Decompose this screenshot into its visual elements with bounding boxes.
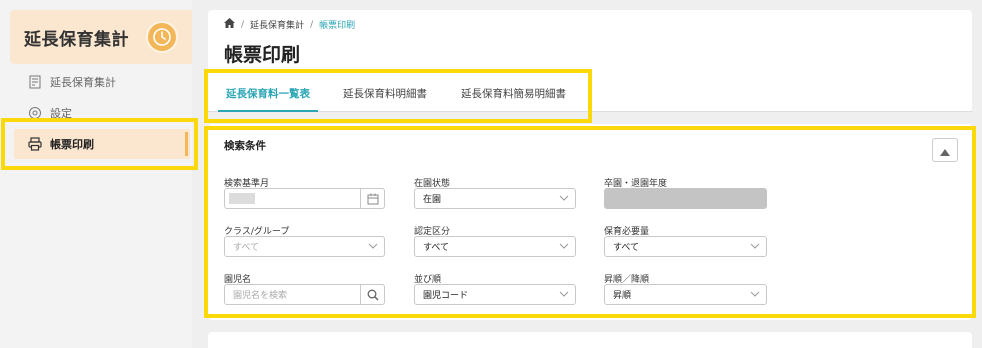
settings-icon — [28, 106, 42, 120]
calendar-icon[interactable] — [360, 189, 384, 208]
enrollment-status-select[interactable]: 在園 — [414, 188, 576, 209]
chevron-down-icon — [750, 242, 760, 253]
tab-extended-care-fee-list[interactable]: 延長保育料一覧表 — [218, 74, 318, 112]
care-need-select[interactable]: すべて — [604, 236, 767, 257]
class-group-select[interactable]: すべて — [224, 236, 385, 257]
enrollment-status-value: 在園 — [423, 195, 442, 205]
sidebar-item-extended-care-summary[interactable]: 延長保育集計 — [14, 67, 190, 97]
sort-by-value: 園児コード — [423, 291, 469, 301]
app-title: 延長保育集計 — [24, 29, 129, 50]
base-month-picker[interactable] — [224, 188, 385, 209]
tab-extended-care-fee-simple-statement[interactable]: 延長保育料簡易明細書 — [461, 74, 566, 112]
sort-order-value: 昇順 — [613, 291, 632, 301]
chevron-down-icon — [559, 194, 569, 205]
certification-select[interactable]: すべて — [414, 236, 576, 257]
child-name-placeholder: 園児名を検索 — [233, 291, 288, 301]
app-header: 延長保育集計 — [10, 10, 192, 64]
breadcrumb-link[interactable]: 延長保育集計 — [250, 18, 304, 31]
chevron-down-icon — [559, 290, 569, 301]
collapse-button[interactable] — [932, 138, 958, 162]
clock-icon — [146, 21, 178, 53]
search-conditions-panel: 検索条件 検索基準月 在園状態 在園 卒園・退園年度 クラス/グループ すべて … — [208, 124, 972, 320]
child-name-search-input[interactable]: 園児名を検索 — [224, 284, 385, 305]
page-header-card: / 延長保育集計 / 帳票印刷 帳票印刷 延長保育料一覧表 延長保育料明細書 延… — [208, 10, 972, 112]
graduation-year-field — [604, 188, 767, 209]
breadcrumb: / 延長保育集計 / 帳票印刷 — [224, 18, 355, 31]
report-icon — [28, 75, 42, 89]
search-conditions-title: 検索条件 — [224, 140, 266, 152]
search-icon[interactable] — [360, 285, 384, 304]
home-icon[interactable] — [224, 18, 235, 31]
breadcrumb-current: 帳票印刷 — [319, 21, 356, 31]
sort-order-select[interactable]: 昇順 — [604, 284, 767, 305]
certification-value: すべて — [423, 243, 450, 253]
printer-icon — [28, 137, 42, 151]
sidebar-item-label: 延長保育集計 — [50, 76, 116, 89]
tab-bar: 延長保育料一覧表 延長保育料明細書 延長保育料簡易明細書 — [208, 74, 972, 112]
chevron-down-icon — [750, 290, 760, 301]
sidebar-item-label: 設定 — [50, 107, 72, 120]
masked-value — [229, 193, 255, 204]
results-card — [208, 332, 972, 348]
sidebar-item-print-forms[interactable]: 帳票印刷 — [14, 129, 190, 159]
tab-extended-care-fee-statement[interactable]: 延長保育料明細書 — [343, 74, 427, 112]
chevron-down-icon — [559, 242, 569, 253]
sidebar-item-settings[interactable]: 設定 — [14, 98, 190, 128]
breadcrumb-separator: / — [241, 19, 245, 30]
class-group-placeholder: すべて — [233, 243, 260, 253]
chevron-down-icon — [368, 242, 378, 253]
sidebar: 延長保育集計 延長保育集計 設定 帳票印刷 — [0, 0, 192, 348]
sidebar-item-label: 帳票印刷 — [50, 138, 94, 151]
triangle-up-icon — [940, 141, 950, 160]
care-need-value: すべて — [613, 243, 640, 253]
breadcrumb-separator: / — [310, 19, 314, 30]
page-title: 帳票印刷 — [224, 44, 301, 66]
sort-by-select[interactable]: 園児コード — [414, 284, 576, 305]
